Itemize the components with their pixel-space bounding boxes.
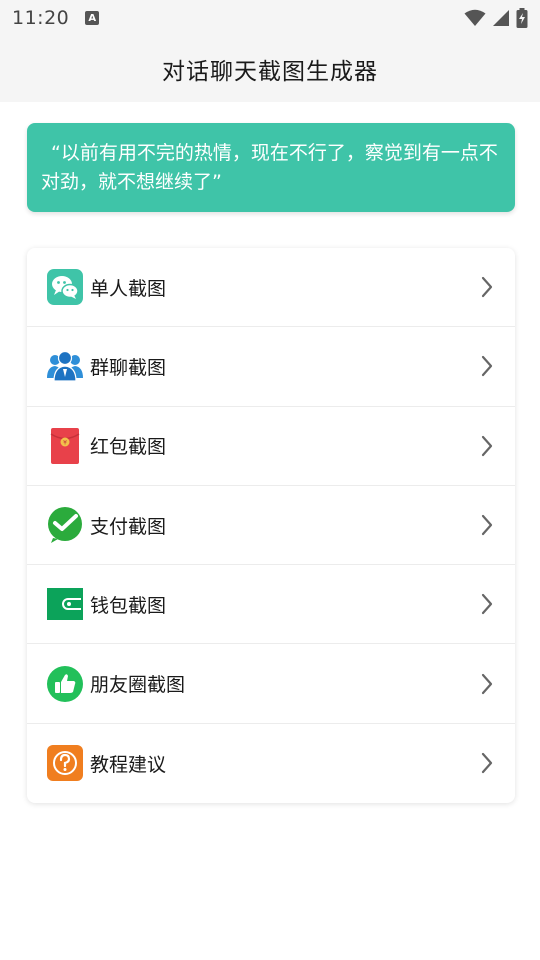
chevron-right-icon [479, 513, 495, 537]
status-indicators [464, 8, 528, 28]
menu-item-label: 支付截图 [90, 515, 167, 538]
status-time: 11:20 [12, 7, 70, 29]
signal-icon [493, 10, 509, 26]
pay-check-icon [47, 507, 83, 544]
quote-text: “以前有用不完的热情，现在不行了，察觉到有一点不对劲，就不想继续了” [41, 142, 498, 193]
quote-card: “以前有用不完的热情，现在不行了，察觉到有一点不对劲，就不想继续了” [27, 123, 515, 212]
menu-item-payment[interactable]: 支付截图 [27, 486, 515, 566]
menu-item-label: 单人截图 [90, 277, 167, 300]
menu-item-single-chat[interactable]: 单人截图 [27, 248, 515, 328]
menu-item-red-packet[interactable]: ¥ 红包截图 [27, 407, 515, 486]
title-bar: 对话聊天截图生成器 [0, 36, 540, 102]
menu-item-label: 群聊截图 [90, 356, 167, 379]
chevron-right-icon [479, 275, 495, 299]
a-icon: A [85, 11, 100, 25]
chat-bubbles-icon [47, 269, 83, 306]
menu-item-label: 朋友圈截图 [90, 674, 186, 697]
page-title: 对话聊天截图生成器 [162, 59, 378, 85]
chevron-right-icon [479, 434, 495, 458]
battery-icon [516, 8, 528, 28]
chevron-right-icon [479, 751, 495, 775]
menu-item-moments[interactable]: 朋友圈截图 [27, 644, 515, 724]
red-packet-icon: ¥ [47, 427, 83, 464]
wallet-icon [47, 586, 83, 622]
menu-item-label: 红包截图 [90, 436, 167, 459]
thumbs-up-icon [47, 665, 83, 702]
svg-text:¥: ¥ [63, 439, 67, 446]
chevron-right-icon [479, 354, 495, 378]
group-users-icon [47, 348, 83, 384]
chevron-right-icon [479, 672, 495, 696]
menu-item-tutorial[interactable]: 教程建议 [27, 724, 515, 803]
menu-item-group-chat[interactable]: 群聊截图 [27, 327, 515, 407]
status-bar: 11:20 A [0, 0, 540, 36]
menu-item-wallet[interactable]: 钱包截图 [27, 565, 515, 645]
menu-item-label: 教程建议 [90, 753, 167, 776]
chevron-right-icon [479, 592, 495, 616]
wifi-icon [464, 9, 486, 26]
help-question-icon [47, 745, 83, 782]
menu-item-label: 钱包截图 [90, 594, 167, 617]
menu-list: 单人截图 群聊截图 ¥ 红包截图 支付截图 钱包截图 朋友圈截图 教程建议 [27, 248, 515, 803]
